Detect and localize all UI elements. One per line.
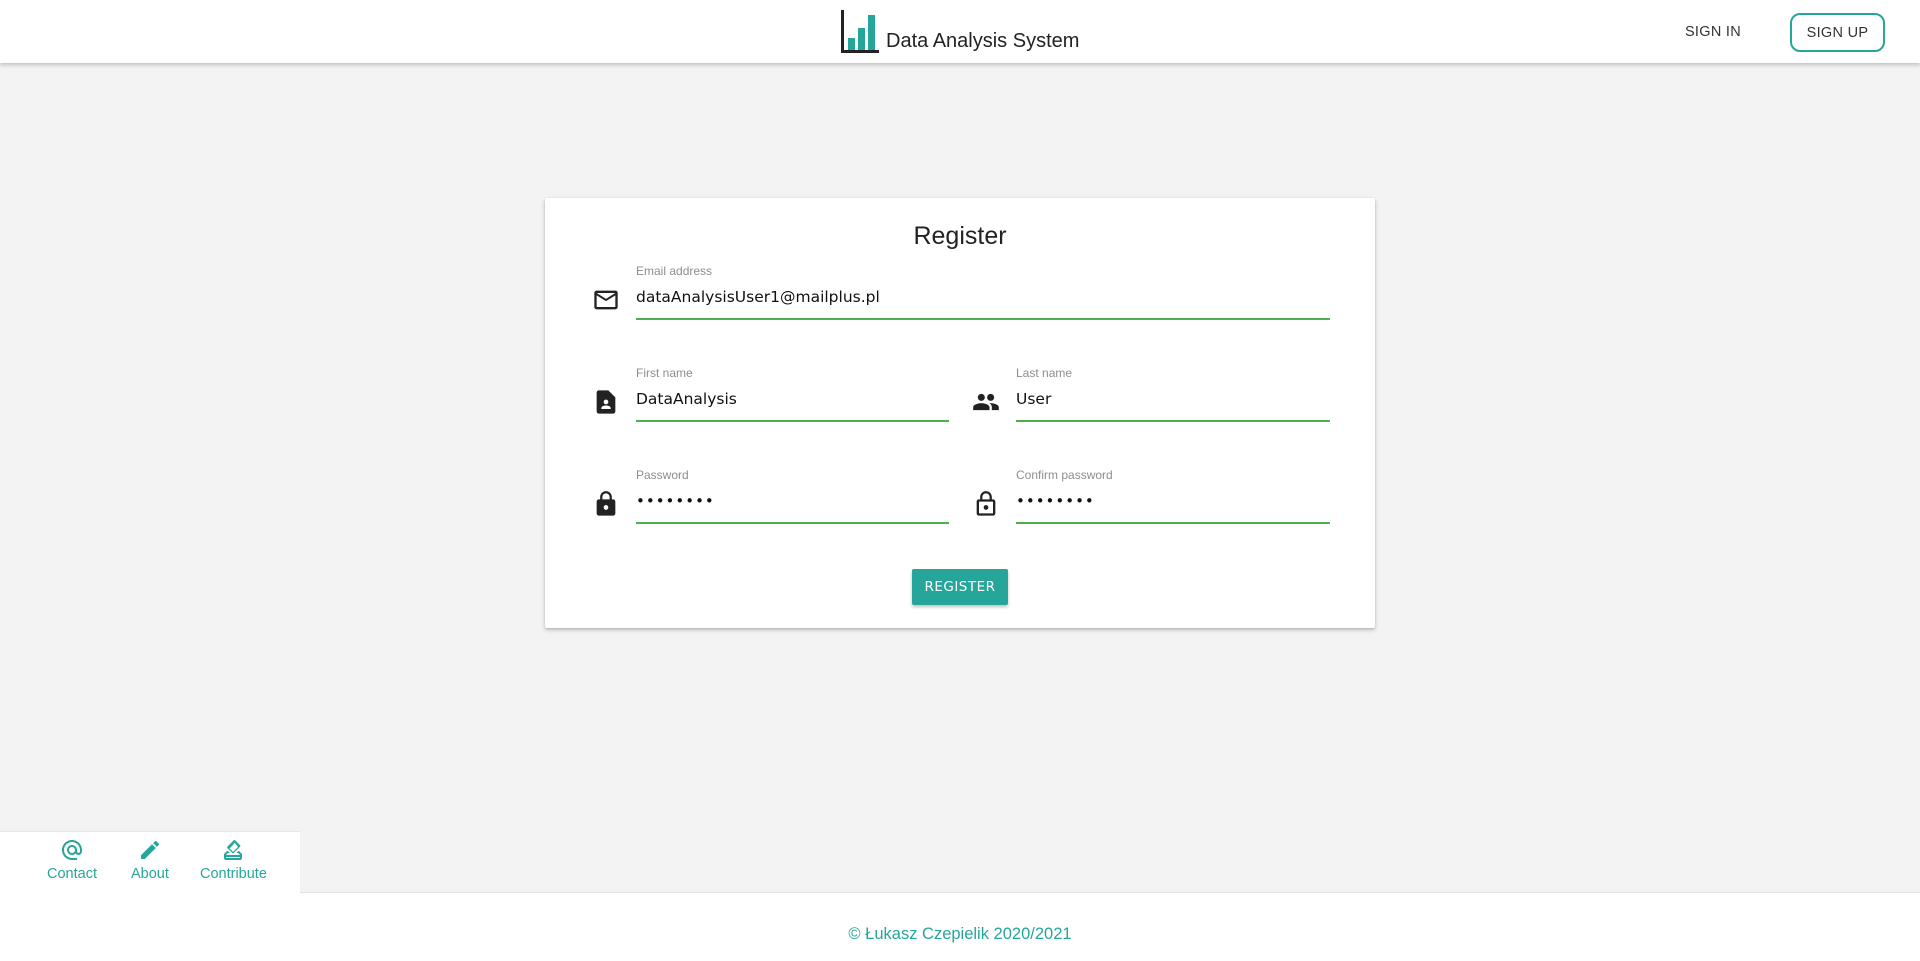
email-input[interactable] — [636, 284, 1330, 320]
footer-link-label: Contribute — [200, 866, 267, 882]
footer-links-bar: Contact About Contribute — [0, 831, 300, 893]
copyright-text: © Łukasz Czepielik 2020/2021 — [848, 925, 1072, 943]
register-card: Register Email address First name Last n… — [545, 198, 1375, 628]
password-input[interactable] — [636, 488, 949, 524]
register-button[interactable]: REGISTER — [912, 569, 1008, 605]
app-header: Data Analysis System SIGN IN SIGN UP — [0, 0, 1920, 63]
footer-link-contact[interactable]: Contact — [47, 838, 97, 882]
password-label: Password — [636, 468, 689, 482]
last-name-label: Last name — [1016, 366, 1073, 380]
form-title: Register — [913, 222, 1007, 250]
sign-up-button[interactable]: SIGN UP — [1790, 13, 1885, 52]
lock-open-icon — [972, 490, 1000, 518]
first-name-input[interactable] — [636, 386, 949, 422]
footer-link-contribute[interactable]: Contribute — [200, 838, 267, 882]
mail-icon — [592, 286, 620, 314]
lock-icon — [592, 490, 620, 518]
confirm-password-input[interactable] — [1016, 488, 1330, 524]
bar-chart-logo-icon — [840, 10, 880, 54]
footer-link-about[interactable]: About — [131, 838, 169, 882]
footer-link-label: Contact — [47, 866, 97, 882]
app-title: Data Analysis System — [886, 30, 1080, 52]
brand[interactable]: Data Analysis System — [840, 8, 1079, 54]
footer-link-label: About — [131, 866, 169, 882]
confirm-password-label: Confirm password — [1016, 468, 1113, 482]
pencil-icon — [138, 838, 162, 866]
sign-in-button[interactable]: SIGN IN — [1660, 14, 1766, 50]
at-sign-icon — [60, 838, 84, 866]
page-footer: © Łukasz Czepielik 2020/2021 — [0, 892, 1920, 961]
last-name-input[interactable] — [1016, 386, 1330, 422]
people-icon — [972, 388, 1000, 416]
contact-page-icon — [592, 388, 620, 416]
email-label: Email address — [636, 264, 713, 278]
first-name-label: First name — [636, 366, 693, 380]
donate-icon — [221, 838, 245, 866]
